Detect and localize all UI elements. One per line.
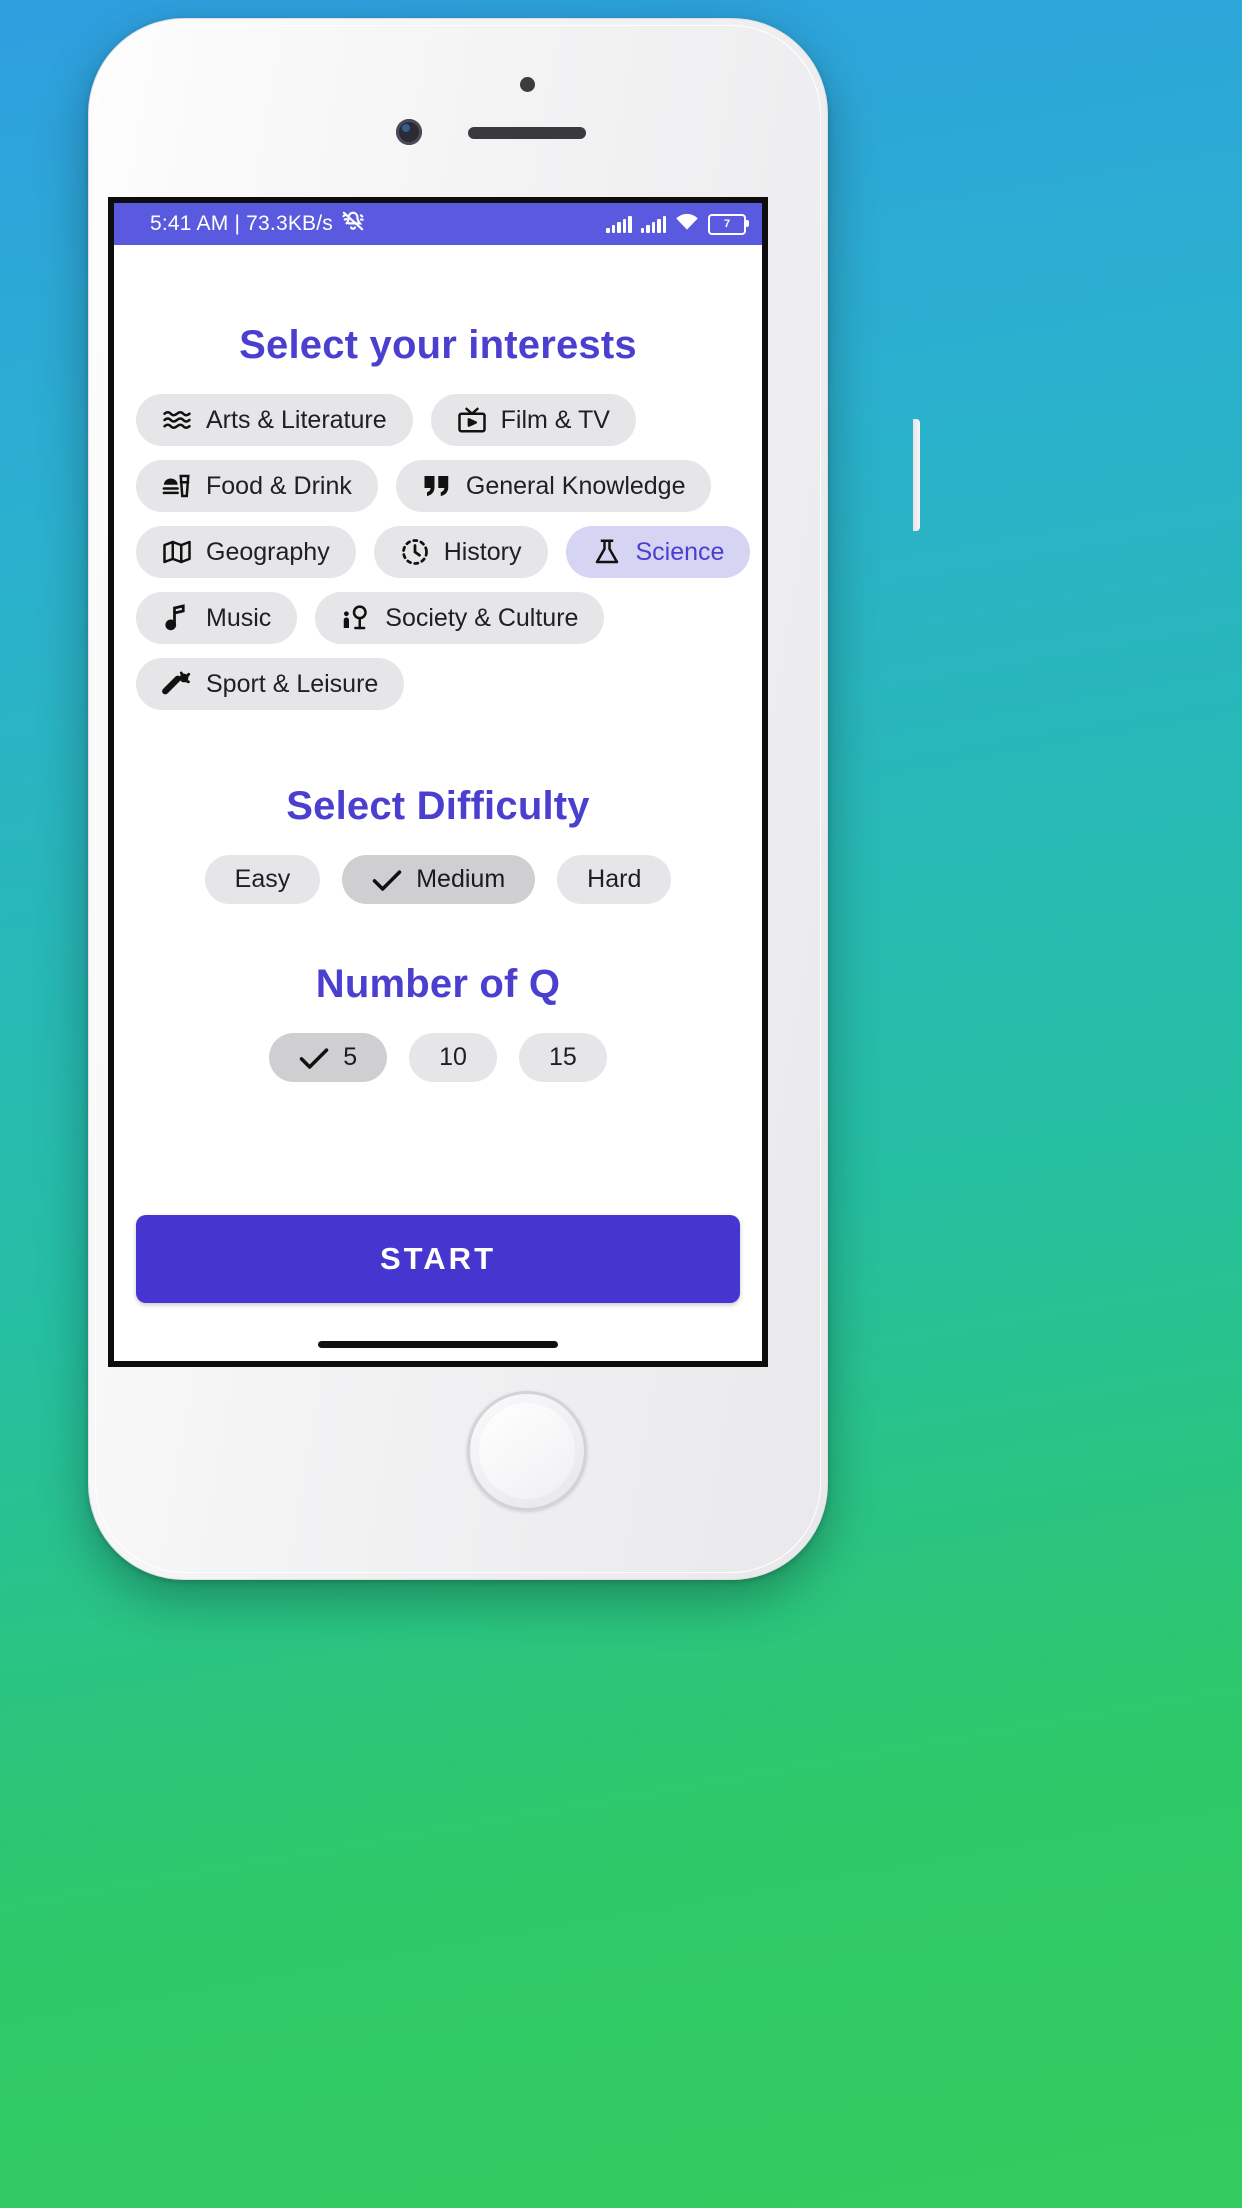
interest-chip-film-tv[interactable]: Film & TV <box>430 394 636 446</box>
interest-chip-history[interactable]: History <box>373 526 548 578</box>
interest-chip-label: General Knowledge <box>465 471 686 500</box>
interest-chip-label: Film & TV <box>500 405 610 434</box>
interest-row-2: Food & Drink General Knowledge <box>136 460 740 512</box>
status-bar: 5:41 AM | 73.3KB/s 7 <box>114 203 762 245</box>
interest-chip-geography[interactable]: Geography <box>136 526 356 578</box>
front-camera-icon <box>396 119 422 145</box>
bell-muted-icon <box>340 208 366 240</box>
interest-chip-science[interactable]: Science <box>565 526 751 578</box>
map-icon <box>162 537 192 567</box>
proximity-sensor-icon <box>520 77 535 92</box>
interest-chip-list: Arts & Literature Film & TV Food & Drink… <box>136 394 751 710</box>
phone-screen: 5:41 AM | 73.3KB/s 7 Select your interes… <box>108 197 768 1367</box>
wifi-icon <box>675 212 699 236</box>
power-button[interactable] <box>913 419 920 531</box>
earpiece-speaker <box>468 127 586 139</box>
question-count-label: 5 <box>343 1043 358 1071</box>
dashed-clock-icon <box>400 537 430 567</box>
status-bar-right: 7 <box>606 212 749 236</box>
cricket-bat-ball-icon <box>162 669 192 699</box>
app-content: Select your interests Arts & Literature <box>114 245 762 1361</box>
home-button[interactable] <box>467 1391 587 1511</box>
start-button[interactable]: START <box>136 1215 740 1303</box>
interest-chip-general-knowledge[interactable]: General Knowledge <box>395 460 712 512</box>
interest-chip-label: Sport & Leisure <box>206 669 379 698</box>
waves-icon <box>162 405 192 435</box>
flask-icon <box>592 537 622 567</box>
interest-chip-label: Food & Drink <box>206 471 352 500</box>
interest-row-1: Arts & Literature Film & TV <box>136 394 740 446</box>
difficulty-option-easy[interactable]: Easy <box>204 855 321 904</box>
check-icon <box>372 869 402 891</box>
interest-chip-label: Society & Culture <box>385 603 579 632</box>
difficulty-option-label: Hard <box>587 865 642 893</box>
interest-row-4: Music Society & Culture <box>136 592 740 644</box>
question-count-option-15[interactable]: 15 <box>518 1033 607 1082</box>
difficulty-option-label: Medium <box>416 865 506 893</box>
battery-level-label: 7 <box>723 217 731 230</box>
interest-chip-arts-literature[interactable]: Arts & Literature <box>136 394 413 446</box>
question-count-option-10[interactable]: 10 <box>409 1033 497 1082</box>
difficulty-title: Select Difficulty <box>286 784 590 828</box>
status-bar-left: 5:41 AM | 73.3KB/s <box>150 208 366 240</box>
home-indicator <box>318 1341 558 1348</box>
signal-bars-icon-secondary <box>640 215 666 233</box>
interest-chip-sport-leisure[interactable]: Sport & Leisure <box>136 658 405 710</box>
interest-chip-label: Science <box>635 537 725 566</box>
interest-chip-society-culture[interactable]: Society & Culture <box>315 592 605 644</box>
interest-chip-label: Arts & Literature <box>206 405 387 434</box>
interest-chip-music[interactable]: Music <box>136 592 298 644</box>
check-icon <box>299 1047 329 1069</box>
interest-chip-label: Geography <box>206 537 330 566</box>
battery-icon: 7 <box>708 213 749 235</box>
difficulty-option-medium[interactable]: Medium <box>342 855 536 904</box>
interest-row-3: Geography History Science <box>136 526 751 578</box>
interests-title: Select your interests <box>239 323 637 367</box>
difficulty-options: Easy Medium Hard <box>136 855 740 904</box>
question-count-option-5[interactable]: 5 <box>269 1033 388 1082</box>
status-time-network: 5:41 AM | 73.3KB/s <box>150 212 333 235</box>
signal-bars-icon <box>606 215 632 233</box>
people-icon <box>341 603 371 633</box>
interest-chip-label: History <box>443 537 522 566</box>
television-icon <box>457 405 487 435</box>
interest-chip-food-drink[interactable]: Food & Drink <box>136 460 378 512</box>
number-of-questions-options: 5 10 15 <box>136 1033 740 1082</box>
question-count-label: 10 <box>439 1043 467 1071</box>
quotation-marks-icon <box>422 471 452 501</box>
burger-drink-icon <box>162 471 192 501</box>
question-count-label: 15 <box>548 1043 577 1071</box>
interest-row-5: Sport & Leisure <box>136 658 740 710</box>
difficulty-option-hard[interactable]: Hard <box>557 855 672 904</box>
difficulty-option-label: Easy <box>234 865 291 893</box>
number-of-questions-title: Number of Q <box>315 962 561 1006</box>
music-note-icon <box>162 603 192 633</box>
interest-chip-label: Music <box>206 603 272 632</box>
